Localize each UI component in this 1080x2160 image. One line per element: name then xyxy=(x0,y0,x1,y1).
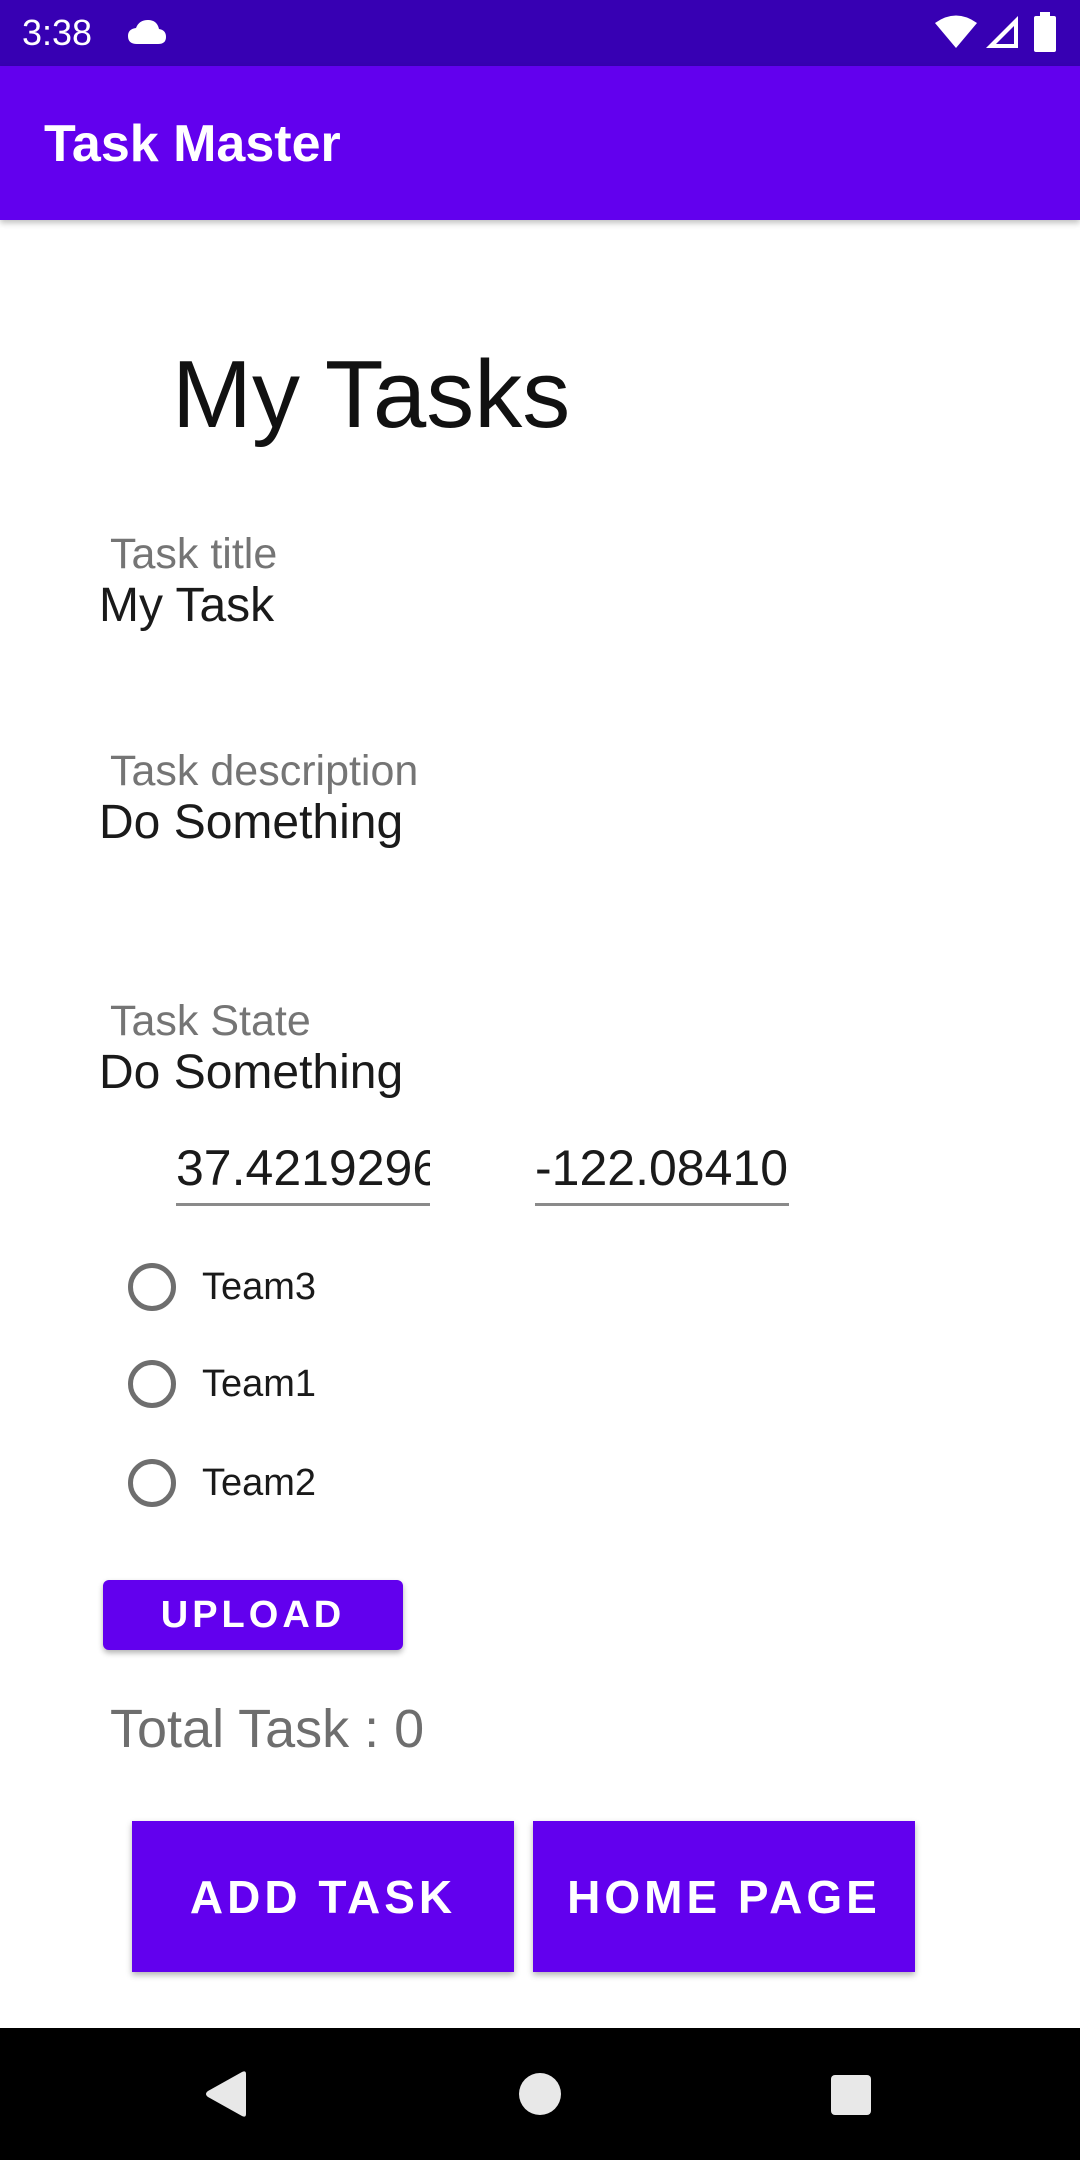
task-title-label: Task title xyxy=(110,530,278,578)
app-bar: Task Master xyxy=(0,66,1080,220)
latitude-input[interactable] xyxy=(176,1133,430,1206)
task-title-value[interactable]: My Task xyxy=(99,578,274,634)
total-task-count: Total Task : 0 xyxy=(110,1699,425,1759)
radio-label-team1: Team1 xyxy=(202,1362,317,1405)
task-description-value[interactable]: Do Something xyxy=(99,795,403,851)
page-heading: My Tasks xyxy=(172,341,571,448)
upload-button[interactable]: UPLOAD xyxy=(103,1580,403,1650)
add-task-button[interactable]: ADD TASK xyxy=(132,1821,514,1972)
recents-icon[interactable] xyxy=(830,2074,872,2116)
radio-label-team2: Team2 xyxy=(202,1461,317,1504)
longitude-input[interactable] xyxy=(535,1133,789,1206)
cloud-icon xyxy=(128,20,166,44)
radio-team2[interactable]: Team2 xyxy=(128,1448,428,1518)
radio-circle-icon[interactable] xyxy=(128,1459,176,1507)
wifi-icon xyxy=(935,15,977,48)
home-page-button[interactable]: HOME PAGE xyxy=(533,1821,915,1972)
battery-icon xyxy=(1034,12,1056,52)
radio-team3[interactable]: Team3 xyxy=(128,1252,428,1322)
task-description-label: Task description xyxy=(110,747,419,795)
back-icon[interactable] xyxy=(202,2070,248,2118)
radio-label-team3: Team3 xyxy=(202,1265,317,1308)
app-title: Task Master xyxy=(44,115,341,173)
radio-circle-icon[interactable] xyxy=(128,1263,176,1311)
task-state-value[interactable]: Do Something xyxy=(99,1045,403,1101)
home-icon[interactable] xyxy=(518,2072,562,2116)
signal-icon xyxy=(986,16,1018,48)
radio-team1[interactable]: Team1 xyxy=(128,1349,428,1419)
radio-circle-icon[interactable] xyxy=(128,1360,176,1408)
task-state-label: Task State xyxy=(110,997,311,1045)
status-time: 3:38 xyxy=(22,12,93,53)
